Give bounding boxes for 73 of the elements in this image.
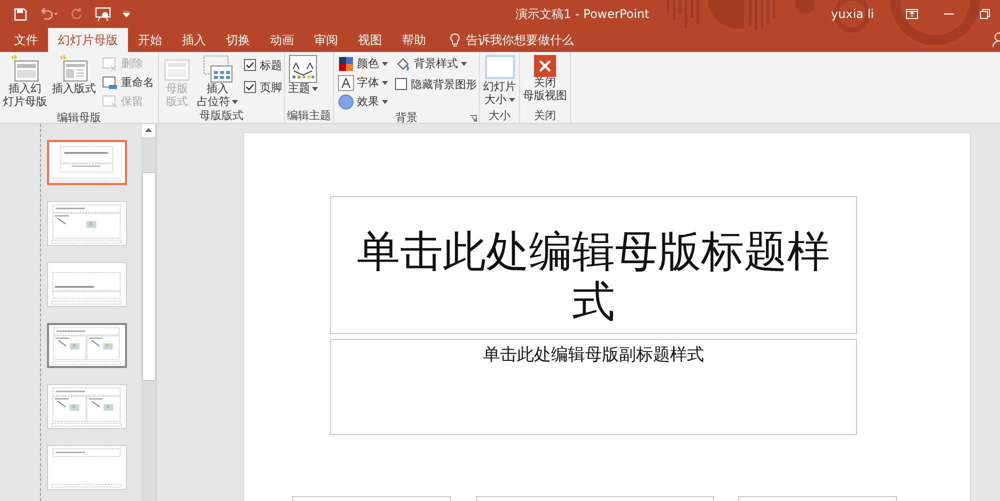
effects-button[interactable]: 效果 [336, 93, 390, 110]
ribbon-display-icon[interactable] [906, 9, 918, 19]
checkbox[interactable] [244, 59, 256, 71]
customize-caret-icon[interactable] [123, 11, 130, 17]
close-master-view-button[interactable]: 关闭 母版视图 [522, 55, 568, 108]
insert-slide-master-button[interactable]: 插入幻 灯片母版 [2, 55, 48, 110]
font-icon [338, 74, 354, 90]
delete-icon [102, 56, 118, 72]
ribbon-tab[interactable]: 视图 [348, 28, 392, 52]
ribbon-tab[interactable]: 动画 [260, 28, 304, 52]
title-placeholder[interactable]: 单击此处编辑母版标题样式 [330, 196, 857, 334]
undo-icon[interactable] [39, 8, 59, 20]
checkbox-label: 页脚 [260, 80, 282, 94]
theme-icon [289, 55, 317, 83]
colors-button[interactable]: 颜色 [336, 55, 390, 72]
group-label: 大小 [488, 109, 510, 122]
rename-icon [102, 74, 118, 90]
ribbon-tab[interactable]: 幻灯片母版 [48, 28, 128, 52]
caret-icon [382, 80, 388, 84]
ribbon-tab[interactable]: 审阅 [304, 28, 348, 52]
pin-icon [102, 94, 118, 110]
caret-icon [382, 62, 388, 66]
ribbon-tab[interactable]: 文件 [4, 28, 48, 52]
background-styles-button[interactable]: 背景样式 [393, 55, 477, 72]
checkbox-label: 标题 [260, 58, 282, 72]
save-icon[interactable] [14, 8, 27, 20]
ribbon-tab[interactable]: 帮助 [392, 28, 436, 52]
insert-layout-button[interactable]: 插入版式 [51, 55, 97, 110]
user-name[interactable]: yuxia li [831, 7, 874, 21]
caret-icon [508, 98, 514, 102]
slide-size-icon [484, 55, 514, 81]
window-title: 演示文稿1 - PowerPoint [516, 6, 650, 20]
checkbox[interactable] [244, 81, 256, 93]
themes-button[interactable]: 主题 [287, 55, 319, 108]
slide-thumbnail[interactable] [47, 201, 127, 246]
caret-icon [312, 87, 318, 92]
slide-size-button[interactable]: 幻灯片 大小 [482, 55, 517, 108]
subtitle-placeholder[interactable]: 单击此处编辑母版副标题样式 [330, 339, 857, 435]
scrollbar[interactable] [141, 124, 156, 501]
tell-me-field[interactable]: 告诉我你想要做什么 [466, 32, 574, 48]
placeholder-icon [202, 55, 232, 83]
restore-icon[interactable] [980, 9, 990, 19]
caret-icon [461, 62, 467, 66]
color-palette-icon [338, 56, 354, 72]
slide-thumbnail[interactable] [47, 384, 127, 429]
slide-thumbnail[interactable] [47, 262, 127, 307]
insert-placeholder-button[interactable]: 插入 占位符 [196, 55, 239, 108]
caret-icon [382, 100, 388, 104]
rename-button[interactable]: 重命名 [100, 74, 156, 91]
ribbon-tab[interactable]: 开始 [128, 28, 172, 52]
ribbon-tab[interactable]: 切换 [216, 28, 260, 52]
slide-thumbnail[interactable] [47, 323, 127, 368]
circle-icon [338, 94, 354, 110]
checkbox-label: 隐藏背景图形 [411, 76, 477, 92]
dialog-launcher-icon[interactable] [470, 115, 477, 122]
lightbulb-icon [450, 32, 460, 48]
presentation-icon[interactable] [95, 7, 111, 21]
caret-icon [232, 100, 238, 104]
layout-icon [59, 55, 89, 83]
group-label: 编辑母版 [57, 111, 101, 124]
checkbox[interactable] [395, 78, 407, 90]
group-label: 母版版式 [200, 109, 244, 122]
slide-thumbnail[interactable] [47, 445, 127, 490]
paint-bucket-icon [395, 56, 411, 72]
slide-master-icon [10, 55, 40, 83]
ribbon-tab[interactable]: 插入 [172, 28, 216, 52]
close-icon [534, 55, 556, 77]
minimize-icon[interactable] [944, 13, 954, 15]
group-label: 背景 [396, 111, 418, 124]
group-label: 关闭 [534, 109, 556, 122]
group-label: 编辑主题 [287, 109, 331, 122]
slide-thumbnail[interactable] [47, 140, 127, 185]
fonts-button[interactable]: 字体 [336, 74, 390, 91]
